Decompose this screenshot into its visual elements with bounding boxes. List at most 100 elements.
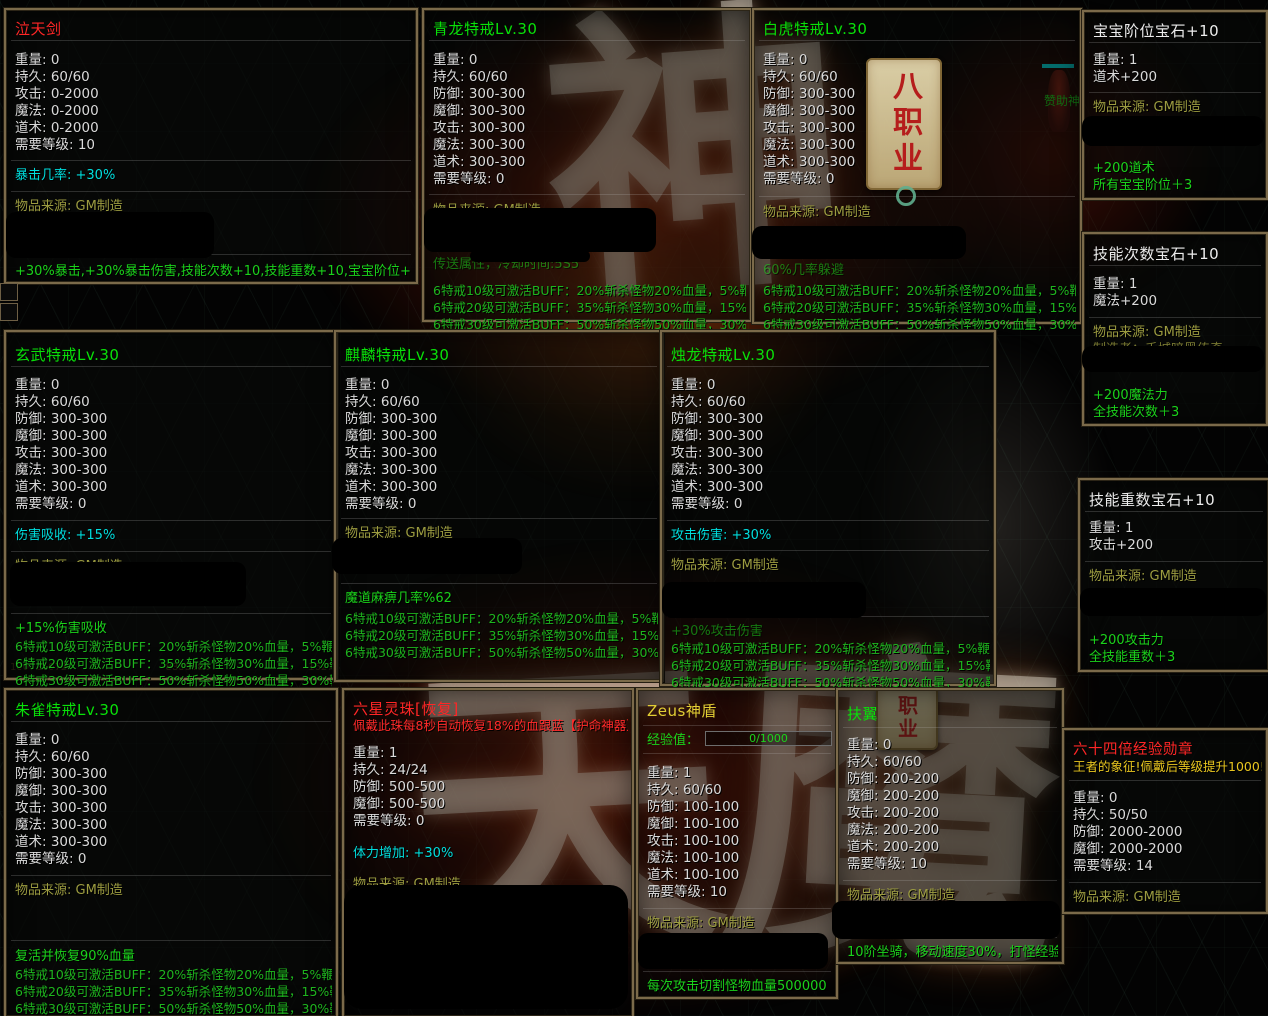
tooltip-qilin: 麒麟特戒Lv.30 重量: 0 持久: 60/60 防御: 300-300 魔御… <box>334 330 664 682</box>
item-title: Zeus神盾 <box>647 700 832 721</box>
divider <box>11 191 411 192</box>
stats-block: 重量: 1 持久: 60/60 防御: 100-100 魔御: 100-100 … <box>647 765 832 901</box>
stat-line: 魔御: 300-300 <box>15 783 332 800</box>
divider <box>429 40 745 41</box>
divider <box>1089 265 1261 266</box>
stat-line: 攻击: 300-300 <box>671 445 990 462</box>
item-source: 物品来源: GM制造 <box>647 915 832 932</box>
item-title: 六星灵珠[恢复] <box>353 698 628 719</box>
tooltip-zhulong: 烛龙特戒Lv.30 重量: 0 持久: 60/60 防御: 300-300 魔御… <box>660 330 996 686</box>
special-stat: 攻击伤害: +30% <box>671 527 990 544</box>
censor-blob <box>1080 588 1266 616</box>
divider <box>843 727 1057 728</box>
item-title: 朱雀特戒Lv.30 <box>15 699 332 720</box>
stat-line: 防御: 300-300 <box>433 86 746 103</box>
stat-line: 道术: 300-300 <box>15 834 332 851</box>
bonus-line: 全技能次数＋3 <box>1093 404 1262 421</box>
censor-blob <box>1082 116 1264 146</box>
divider <box>11 613 331 614</box>
stat-line: 重量: 1 <box>647 765 832 782</box>
stat-line: 道术: 300-300 <box>433 154 746 171</box>
ui-fragment-box <box>0 283 18 301</box>
buff-line: 6特戒20级可激活BUFF：35%斩杀怪物30%血量，15%鞭尸 <box>15 983 332 1000</box>
buff-block: 6特戒10级可激活BUFF：20%斩杀怪物20%血量，5%鞭尸 6特戒20级可激… <box>15 966 332 1016</box>
stat-line: 重量: 0 <box>15 732 332 749</box>
stat-line: 魔御: 500-500 <box>353 796 628 813</box>
item-title: 烛龙特戒Lv.30 <box>671 344 990 365</box>
divider <box>1089 92 1261 93</box>
stat-line: 持久: 60/60 <box>647 782 832 799</box>
divider <box>667 520 989 521</box>
censor-blob <box>832 901 1060 939</box>
stat-line: 重量: 0 <box>15 377 332 394</box>
divider <box>11 721 331 722</box>
stat-line: 需要等级: 0 <box>15 496 332 513</box>
bonus-line: +200魔法力 <box>1093 387 1262 404</box>
divider <box>759 40 1075 41</box>
stat-line: 攻击+200 <box>1089 537 1264 554</box>
stats-block: 重量: 0 持久: 60/60 防御: 300-300 魔御: 300-300 … <box>671 377 990 513</box>
stat-line: 魔法: 300-300 <box>345 462 658 479</box>
stats-block: 重量: 1 道术+200 <box>1093 52 1262 86</box>
buff-line: 6特戒30级可激活BUFF：50%斩杀怪物50%血量，30%鞭尸 <box>345 644 658 661</box>
stat-line: 需要等级: 0 <box>15 851 332 868</box>
stat-line: 重量: 1 <box>1093 52 1262 69</box>
stat-line: 需要等级: 0 <box>671 496 990 513</box>
stats-block: 重量: 0 持久: 60/60 防御: 300-300 魔御: 300-300 … <box>433 52 746 188</box>
buff-block: 6特戒10级可激活BUFF：20%斩杀怪物20%血量，5%鞭尸 6特戒20级可激… <box>15 638 332 689</box>
stat-line: 魔法: 300-300 <box>433 137 746 154</box>
item-source: 物品来源: GM制造 <box>671 557 990 574</box>
stat-line: 道术: 300-300 <box>15 479 332 496</box>
stats-block: 重量: 1 攻击+200 <box>1089 520 1264 554</box>
stat-line: 防御: 300-300 <box>15 766 332 783</box>
stat-line: 持久: 60/60 <box>15 749 332 766</box>
bonus-line: 所有宝宝阶位＋3 <box>1093 177 1262 194</box>
stat-line: 攻击: 200-200 <box>847 805 1058 822</box>
divider <box>341 518 657 519</box>
stat-line: 需要等级: 14 <box>1073 858 1262 875</box>
tooltip-cishu-gem: 技能次数宝石+10 重量: 1 魔法+200 物品来源: GM制造 制造者：千城… <box>1082 232 1268 426</box>
bonus-line: 复活并恢复90%血量 <box>15 948 332 965</box>
divider <box>1085 511 1263 512</box>
divider <box>759 196 1075 197</box>
divider <box>11 875 331 876</box>
buff-line: 6特戒10级可激活BUFF：20%斩杀怪物20%血量，5%鞭尸 <box>763 282 1076 299</box>
item-title: 宝宝阶位宝石+10 <box>1093 20 1262 41</box>
stat-line: 魔御: 300-300 <box>345 428 658 445</box>
banner-text: 八职业 <box>882 70 926 178</box>
stat-line: 魔御: 2000-2000 <box>1073 841 1262 858</box>
stat-line: 防御: 300-300 <box>345 411 658 428</box>
tooltip-medal: 六十四倍经验勋章 王者的象征!佩戴后等级提升1000! 重量: 0 持久: 50… <box>1062 728 1268 914</box>
buff-line: 6特戒10级可激活BUFF：20%斩杀怪物20%血量，5%鞭尸 <box>671 640 990 657</box>
stat-line: 攻击: 300-300 <box>15 445 332 462</box>
exp-label: 经验值： <box>647 731 699 746</box>
tooltip-zhongshu-gem: 技能重数宝石+10 重量: 1 攻击+200 物品来源: GM制造 +200攻击… <box>1078 478 1268 672</box>
profession-banner: 八职业 <box>866 58 942 190</box>
censor-blob <box>662 582 866 618</box>
divider <box>429 194 745 195</box>
item-title: 白虎特戒Lv.30 <box>763 18 1076 39</box>
item-source: 物品来源: GM制造 <box>15 882 332 899</box>
divider <box>11 40 411 41</box>
stat-line: 攻击: 100-100 <box>647 833 832 850</box>
buff-block: 6特戒10级可激活BUFF：20%斩杀怪物20%血量，5%鞭尸 6特戒20级可激… <box>433 282 746 333</box>
bonus-line: 全技能重数＋3 <box>1089 649 1264 666</box>
tooltip-zhuque: 朱雀特戒Lv.30 重量: 0 持久: 60/60 防御: 300-300 魔御… <box>4 688 338 1016</box>
stat-line: 重量: 0 <box>345 377 658 394</box>
stat-line: 道术: 0-2000 <box>15 120 412 137</box>
censor-blob <box>344 885 628 1009</box>
special-stat: 伤害吸收: +15% <box>15 527 332 544</box>
buff-line: 6特戒20级可激活BUFF：35%斩杀怪物30%血量，15%鞭尸 <box>345 627 658 644</box>
stat-line: 道术: 200-200 <box>847 839 1058 856</box>
stat-line: 攻击: 300-300 <box>433 120 746 137</box>
censor-blob <box>638 933 828 969</box>
special-stat: 暴击几率: +30% <box>15 167 412 184</box>
stat-line: 持久: 24/24 <box>353 762 628 779</box>
stats-block: 重量: 1 魔法+200 <box>1093 276 1262 310</box>
item-source: 物品来源: GM制造 <box>1093 324 1262 341</box>
buff-line: 6特戒20级可激活BUFF：35%斩杀怪物30%血量，15%鞭尸 <box>15 655 332 672</box>
censor-blob <box>10 562 246 606</box>
stat-line: 道术: 100-100 <box>647 867 832 884</box>
buff-line: 6特戒10级可激活BUFF：20%斩杀怪物20%血量，5%鞭尸 <box>345 610 658 627</box>
divider <box>1069 882 1261 883</box>
